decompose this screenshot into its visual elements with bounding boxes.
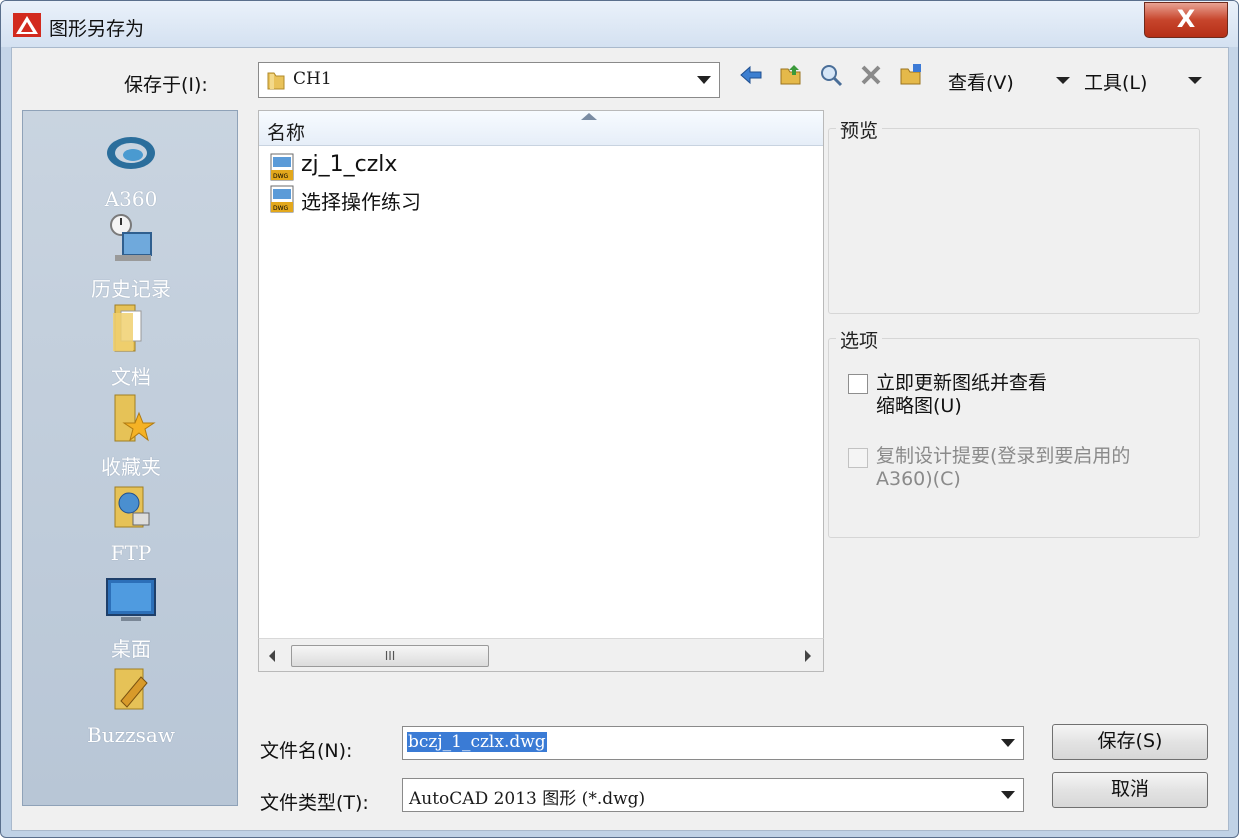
place-label: 收藏夹: [101, 455, 161, 479]
preview-title: 预览: [836, 116, 883, 143]
cancel-button[interactable]: 取消: [1052, 772, 1208, 808]
dialog-body: 保存于(I): CH1 查看(V) 工具(L) A360 历史记录 文档 收藏夹…: [11, 47, 1229, 831]
file-name: zj_1_czlx: [301, 152, 398, 177]
list-item[interactable]: DWG 选择操作练习: [269, 183, 569, 214]
ftp-icon: [114, 486, 150, 528]
desktop-icon: [106, 578, 156, 621]
place-history[interactable]: 历史记录: [23, 211, 239, 302]
filetype-value: AutoCAD 2013 图形 (*.dwg): [409, 789, 646, 809]
tools-menu[interactable]: 工具(L): [1084, 68, 1147, 95]
place-label: 历史记录: [91, 277, 171, 301]
update-thumbnail-checkbox[interactable]: [848, 374, 868, 394]
filename-value: bczj_1_czlx.dwg: [407, 732, 547, 752]
horizontal-scrollbar[interactable]: III: [258, 638, 824, 672]
scroll-thumb[interactable]: III: [291, 645, 489, 667]
place-label: FTP: [110, 541, 152, 565]
copy-design-feed-checkbox[interactable]: [848, 448, 868, 468]
search-web-icon[interactable]: [818, 62, 844, 88]
buzzsaw-icon: [114, 668, 148, 710]
place-a360[interactable]: A360: [23, 125, 239, 211]
column-header-name[interactable]: 名称: [259, 111, 823, 146]
place-documents[interactable]: 文档: [23, 299, 239, 390]
documents-icon: [113, 304, 142, 352]
chevron-down-icon[interactable]: [697, 76, 711, 84]
view-menu[interactable]: 查看(V): [948, 68, 1014, 95]
new-folder-icon[interactable]: [898, 62, 924, 88]
place-label: 文档: [111, 365, 151, 389]
sort-ascending-icon: [581, 113, 597, 120]
view-chevron-down-icon[interactable]: [1056, 77, 1070, 84]
save-in-label: 保存于(I):: [124, 74, 208, 96]
chevron-down-icon[interactable]: [1001, 791, 1015, 799]
title-bar[interactable]: 图形另存为 X: [1, 1, 1238, 47]
place-buzzsaw[interactable]: Buzzsaw: [23, 661, 239, 747]
save-as-dialog: 图形另存为 X 保存于(I): CH1 查看(V) 工具(L) A360 历史记…: [0, 0, 1239, 838]
chevron-down-icon[interactable]: [1001, 739, 1015, 747]
up-folder-icon[interactable]: [778, 62, 804, 88]
dwg-file-icon: DWG: [270, 185, 294, 213]
close-button[interactable]: X: [1144, 2, 1228, 38]
copy-design-feed-label: 复制设计提要(登录到要启用的 A360)(C): [876, 445, 1131, 490]
autocad-logo-icon: [13, 13, 41, 37]
scroll-right-icon[interactable]: [805, 650, 811, 662]
file-list[interactable]: 名称 DWG zj_1_czlx DWG 选择操作练习: [258, 110, 824, 672]
back-icon[interactable]: [738, 62, 764, 88]
update-thumbnail-label[interactable]: 立即更新图纸并查看 缩略图(U): [876, 372, 1047, 418]
filename-input[interactable]: bczj_1_czlx.dwg: [402, 726, 1024, 760]
svg-text:DWG: DWG: [273, 205, 289, 212]
save-in-combo[interactable]: CH1: [258, 62, 720, 98]
places-bar: A360 历史记录 文档 收藏夹 FTP 桌面 Buzzsaw: [22, 110, 238, 806]
options-title: 选项: [836, 326, 883, 353]
place-label: Buzzsaw: [87, 723, 175, 747]
file-name: 选择操作练习: [301, 190, 421, 214]
tools-chevron-down-icon[interactable]: [1188, 77, 1202, 84]
place-desktop[interactable]: 桌面: [23, 571, 239, 662]
favorites-icon: [114, 394, 156, 442]
save-button[interactable]: 保存(S): [1052, 724, 1208, 760]
filename-label: 文件名(N):: [260, 740, 353, 762]
a360-icon: [107, 137, 155, 169]
folder-icon: [267, 72, 285, 90]
preview-panel: [828, 128, 1200, 314]
list-item[interactable]: DWG zj_1_czlx: [269, 151, 569, 181]
options-panel: [828, 338, 1200, 538]
column-header-label: 名称: [267, 122, 306, 144]
place-favorites[interactable]: 收藏夹: [23, 389, 239, 480]
window-title: 图形另存为: [49, 18, 145, 40]
delete-icon[interactable]: [858, 62, 884, 88]
svg-text:DWG: DWG: [273, 173, 289, 180]
scroll-left-icon[interactable]: [269, 650, 275, 662]
filetype-label: 文件类型(T):: [260, 792, 369, 814]
save-in-value: CH1: [293, 69, 332, 89]
history-icon: [110, 214, 152, 261]
place-label: A360: [104, 187, 158, 211]
dwg-file-icon: DWG: [270, 153, 294, 181]
filetype-select[interactable]: AutoCAD 2013 图形 (*.dwg): [402, 778, 1024, 812]
place-ftp[interactable]: FTP: [23, 479, 239, 565]
place-label: 桌面: [111, 637, 151, 661]
